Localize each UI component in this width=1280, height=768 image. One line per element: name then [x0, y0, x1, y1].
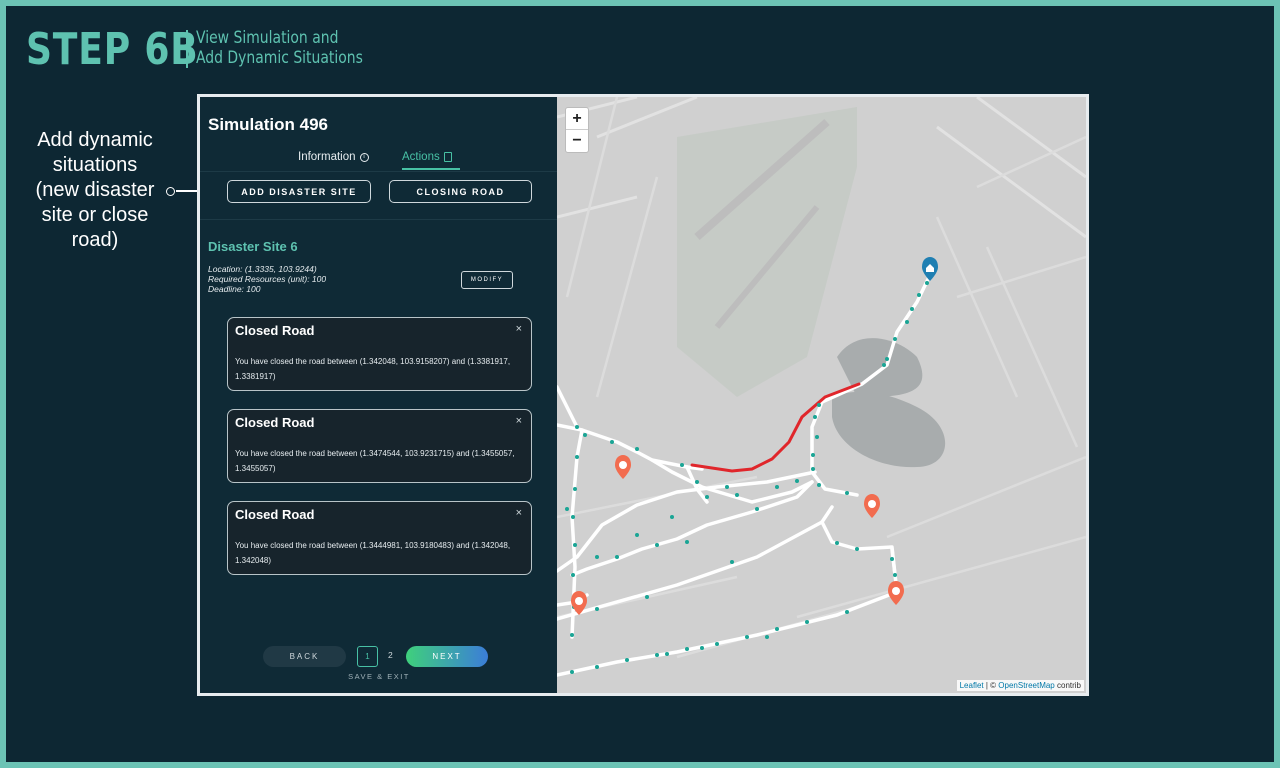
tab-information-label: Information	[298, 151, 356, 163]
actions-divider	[200, 219, 557, 220]
tab-information[interactable]: Information i	[298, 151, 369, 163]
card-title: Closed Road	[235, 415, 315, 430]
heading-divider	[186, 30, 188, 68]
closed-road-card: Closed Road × You have closed the road b…	[227, 409, 532, 483]
active-tab-indicator	[402, 168, 460, 170]
subtitle-line-1: View Simulation and	[196, 28, 339, 48]
tab-actions[interactable]: Actions	[402, 151, 452, 163]
tab-actions-label: Actions	[402, 151, 440, 163]
card-title: Closed Road	[235, 323, 315, 338]
callout-dot	[166, 187, 175, 196]
simulation-panel: Simulation 496 Information i Actions ADD…	[200, 97, 557, 693]
step-subtitle: View Simulation and Add Dynamic Situatio…	[196, 28, 363, 68]
tabs-divider	[200, 171, 557, 172]
attribution-tail: contrib	[1054, 681, 1081, 690]
simulation-title: Simulation 496	[208, 115, 328, 134]
card-message: You have closed the road between (1.3420…	[235, 357, 511, 381]
closing-road-button[interactable]: CLOSING ROAD	[389, 180, 532, 203]
next-button[interactable]: NEXT	[406, 646, 488, 667]
callout-line-2: situations	[52, 154, 138, 176]
site-deadline: Deadline: 100	[208, 284, 261, 294]
subtitle-line-2: Add Dynamic Situations	[196, 48, 363, 68]
map-view[interactable]: + − Leaflet | © OpenStreetMap contrib	[557, 97, 1086, 693]
step-heading: STEP 6B	[26, 24, 199, 75]
app-window: Simulation 496 Information i Actions ADD…	[197, 94, 1089, 696]
closed-road-card: Closed Road × You have closed the road b…	[227, 501, 532, 575]
save-and-exit-link[interactable]: SAVE & EXIT	[340, 672, 418, 681]
site-location: Location: (1.3335, 103.9244)	[208, 264, 317, 274]
modify-site-button[interactable]: MODIFY	[461, 271, 513, 289]
map-canvas	[557, 97, 1086, 693]
info-icon: i	[359, 152, 369, 162]
document-icon	[443, 152, 452, 162]
page-2-button[interactable]: 2	[388, 650, 393, 660]
card-message: You have closed the road between (1.3444…	[235, 541, 511, 565]
add-disaster-site-button[interactable]: ADD DISASTER SITE	[227, 180, 371, 203]
close-icon[interactable]: ×	[516, 415, 522, 427]
zoom-control: + −	[565, 107, 589, 153]
slide-frame: STEP 6B View Simulation and Add Dynamic …	[6, 6, 1274, 762]
site-resources: Required Resources (unit): 100	[208, 274, 327, 284]
attribution-separator: | ©	[983, 681, 999, 690]
callout-line-5: road)	[71, 229, 119, 251]
page-1-button[interactable]: 1	[357, 646, 378, 667]
callout-line-1: Add dynamic	[37, 129, 153, 151]
close-icon[interactable]: ×	[516, 323, 522, 335]
closed-road-card: Closed Road × You have closed the road b…	[227, 317, 532, 391]
zoom-in-button[interactable]: +	[566, 108, 588, 130]
card-title: Closed Road	[235, 507, 315, 522]
card-message: You have closed the road between (1.3474…	[235, 449, 515, 473]
close-icon[interactable]: ×	[516, 507, 522, 519]
osm-link[interactable]: OpenStreetMap	[998, 681, 1054, 690]
leaflet-link[interactable]: Leaflet	[960, 681, 984, 690]
zoom-out-button[interactable]: −	[566, 130, 588, 152]
disaster-site-title: Disaster Site 6	[208, 239, 298, 254]
callout-line-3: (new disaster	[35, 179, 155, 201]
callout-text: Add dynamic situations (new disaster sit…	[24, 128, 166, 253]
disaster-site-details: Location: (1.3335, 103.9244) Required Re…	[208, 264, 326, 294]
map-attribution: Leaflet | © OpenStreetMap contrib	[956, 680, 1084, 691]
callout-line-4: site or close	[41, 204, 149, 226]
back-button[interactable]: BACK	[263, 646, 346, 667]
